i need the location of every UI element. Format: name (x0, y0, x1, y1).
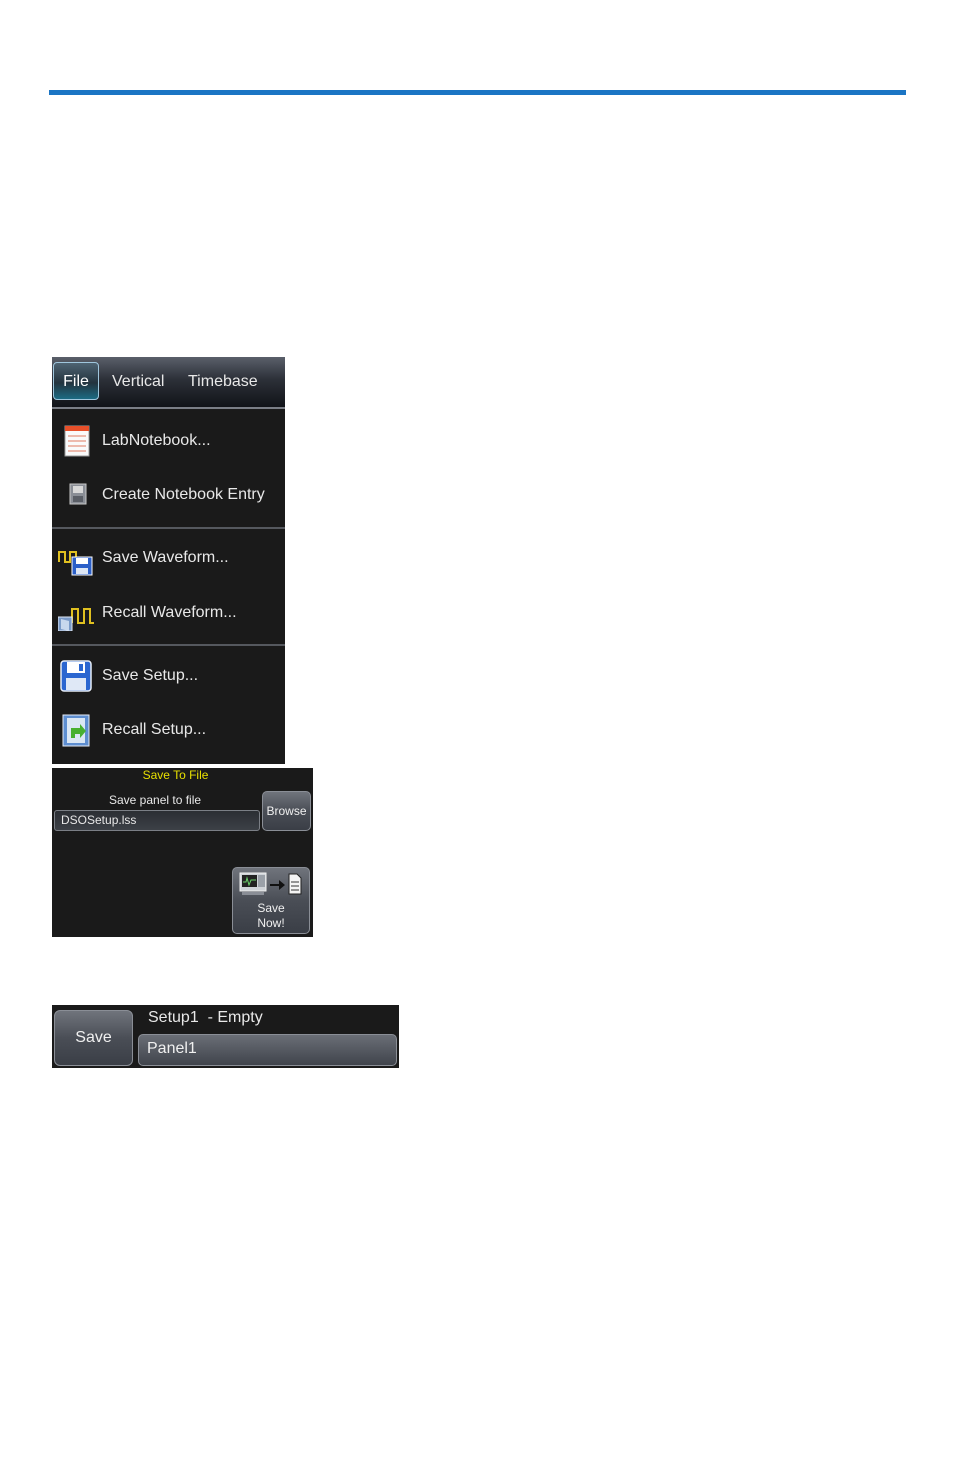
menu-item-save-setup[interactable]: Save Setup... (52, 650, 285, 704)
header-rule (49, 90, 906, 95)
menu-item-label: Save Setup... (102, 667, 199, 684)
tab-timebase[interactable]: Timebase (188, 369, 258, 395)
setup-slot-label: Setup1 - Empty (148, 1009, 263, 1026)
menu-item-label: Recall Setup... (102, 721, 207, 738)
tab-file[interactable]: File (53, 362, 99, 400)
menu-item-create-notebook-entry[interactable]: Create Notebook Entry (52, 469, 285, 523)
create-entry-icon (69, 483, 87, 505)
save-to-file-icon (239, 872, 302, 895)
menu-item-label: Create Notebook Entry (102, 486, 265, 503)
save-panel-label: Save panel to file (109, 793, 202, 807)
menu-item-save-waveform[interactable]: Save Waveform... (52, 532, 285, 586)
save-now-button[interactable]: Save Now! (232, 867, 310, 934)
menu-item-labnotebook[interactable]: LabNotebook... (52, 415, 285, 469)
browse-button[interactable]: Browse (262, 791, 311, 831)
tab-vertical[interactable]: Vertical (112, 369, 164, 395)
save-waveform-icon (58, 551, 93, 576)
setup-save-strip: Save Setup1 - Empty Panel1 (52, 1005, 399, 1068)
save-setup-icon (60, 660, 92, 692)
save-now-line1: Save (257, 901, 285, 915)
menu-item-label: Save Waveform... (102, 549, 229, 566)
save-setup-button[interactable]: Save (54, 1010, 133, 1066)
menu-divider (52, 527, 285, 529)
menu-item-recall-waveform[interactable]: Recall Waveform... (52, 587, 285, 641)
setup-name-field[interactable]: Panel1 (138, 1034, 397, 1066)
menu-item-label: Recall Waveform... (102, 604, 237, 621)
recall-setup-icon (62, 714, 90, 747)
menu-divider (52, 644, 285, 646)
recall-waveform-icon (58, 608, 94, 631)
menu-bar: File Vertical Timebase (52, 357, 285, 409)
notebook-icon (64, 425, 90, 457)
save-now-label: Save Now! (233, 901, 309, 931)
filename-field[interactable]: DSOSetup.lss (54, 810, 260, 831)
file-menu: File Vertical Timebase LabNotebook... Cr… (52, 357, 285, 764)
menu-item-recall-setup[interactable]: Recall Setup... (52, 704, 285, 758)
save-now-line2: Now! (257, 916, 285, 930)
menu-item-label: LabNotebook... (102, 432, 211, 449)
panel-title: Save To File (142, 768, 209, 782)
save-to-file-panel: Save To File Save panel to file DSOSetup… (52, 768, 313, 937)
